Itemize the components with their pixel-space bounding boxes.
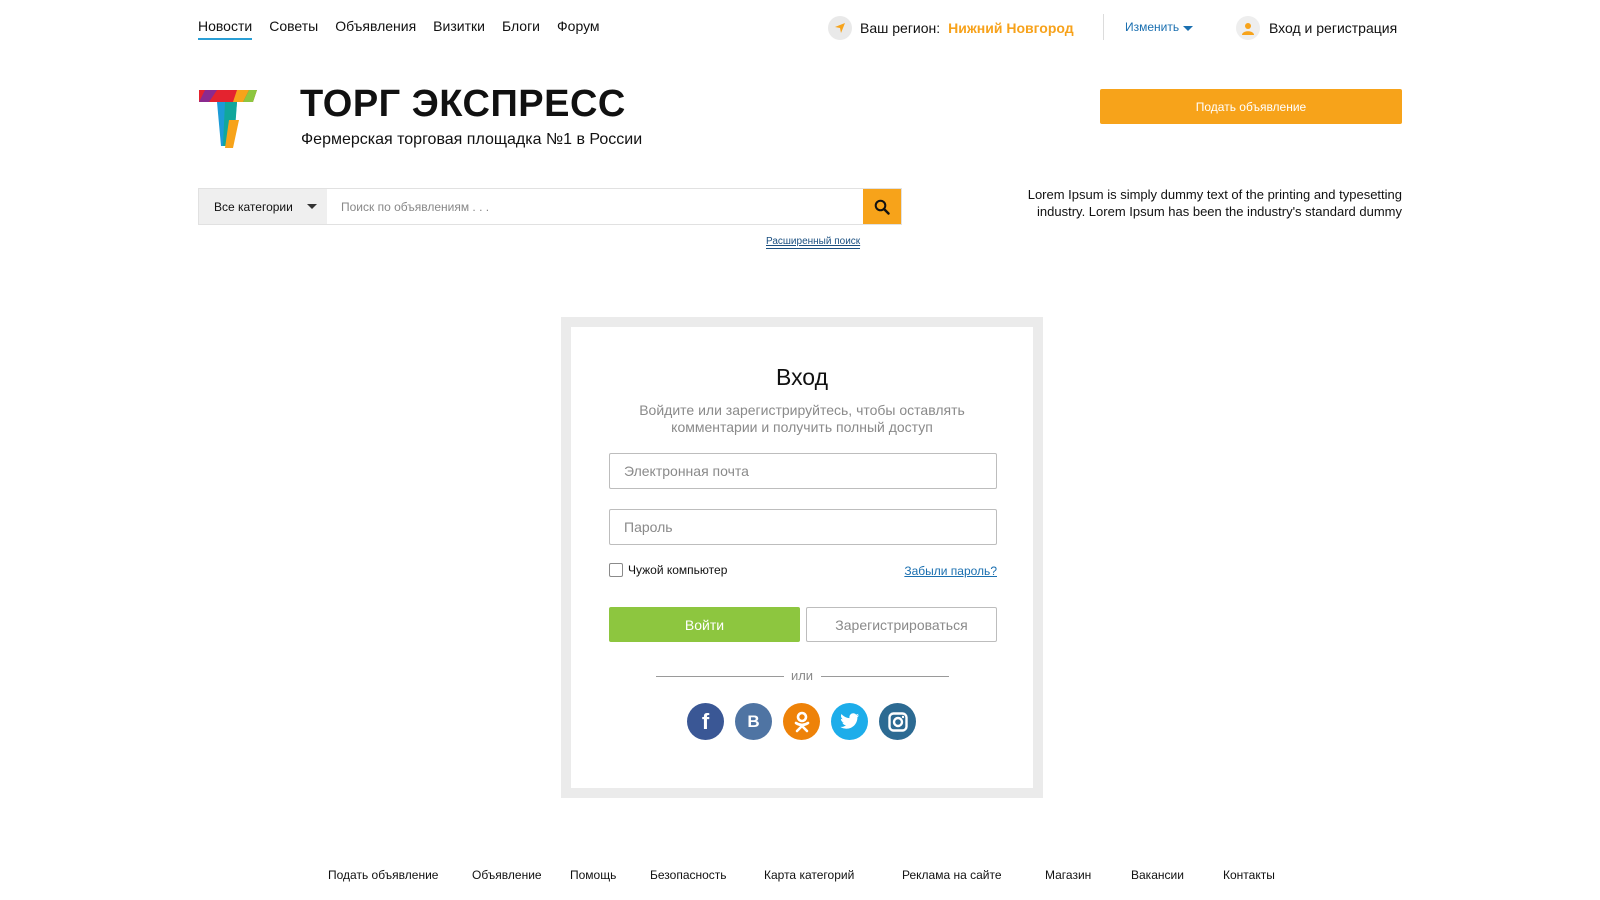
post-ad-button[interactable]: Подать объявление [1100, 89, 1402, 124]
footer-link[interactable]: Вакансии [1131, 868, 1184, 882]
login-card-frame: Вход Войдите или зарегистрируйтесь, чтоб… [561, 317, 1043, 798]
facebook-icon[interactable]: f [687, 703, 724, 740]
region-label: Ваш регион: [860, 20, 941, 36]
search-button[interactable] [863, 189, 901, 224]
search-input[interactable] [327, 189, 863, 224]
foreign-computer-label: Чужой компьютер [628, 563, 728, 577]
footer-link[interactable]: Помощь [570, 868, 616, 882]
forgot-password-link[interactable]: Забыли пароль? [904, 564, 997, 578]
odnoklassniki-icon[interactable] [783, 703, 820, 740]
checkbox[interactable] [609, 563, 623, 577]
footer-link[interactable]: Магазин [1045, 868, 1091, 882]
foreign-computer-checkbox[interactable]: Чужой компьютер [609, 563, 727, 577]
divider [1103, 14, 1104, 40]
brand-name: ТОРГ ЭКСПРЕСС [300, 83, 626, 125]
instagram-icon[interactable] [879, 703, 916, 740]
nav-news[interactable]: Новости [198, 18, 253, 40]
nav-forum[interactable]: Форум [557, 18, 600, 40]
region-city: Нижний Новгород [948, 20, 1074, 36]
login-register-label: Вход и регистрация [1269, 20, 1398, 36]
login-button[interactable]: Войти [609, 607, 800, 642]
footer-link[interactable]: Подать объявление [328, 868, 438, 882]
social-login: f B [687, 703, 916, 740]
login-title: Вход [775, 364, 829, 390]
location-arrow-icon [828, 16, 852, 40]
brand-tagline: Фермерская торговая площадка №1 в России [301, 131, 643, 148]
change-region-label: Изменить [1125, 20, 1180, 34]
vkontakte-icon[interactable]: B [735, 703, 772, 740]
logo[interactable] [199, 90, 257, 150]
category-label: Все категории [214, 199, 293, 214]
twitter-icon[interactable] [831, 703, 868, 740]
promo-text: Lorem Ipsum is simply dummy text of the … [960, 186, 1402, 220]
nav-cards[interactable]: Визитки [433, 18, 485, 40]
footer-link[interactable]: Безопасность [650, 868, 727, 882]
promo-text-line: industry. Lorem Ipsum has been the indus… [1037, 204, 1402, 219]
login-subtitle: Войдите или зарегистрируйтесь, чтобы ост… [621, 402, 983, 436]
search-bar: Все категории [198, 188, 902, 225]
login-register-link[interactable]: Вход и регистрация [1236, 16, 1397, 40]
nav-blogs[interactable]: Блоги [502, 18, 540, 40]
footer-link[interactable]: Контакты [1223, 868, 1275, 882]
chevron-down-icon [306, 204, 317, 209]
nav-tips[interactable]: Советы [269, 18, 318, 40]
search-icon [874, 199, 890, 215]
footer-link[interactable]: Объявление [472, 868, 542, 882]
footer-link[interactable]: Карта категорий [764, 868, 854, 882]
chevron-down-icon [1183, 25, 1194, 31]
region-selector: Ваш регион: Нижний Новгород [828, 16, 1074, 40]
or-separator: или [790, 668, 814, 683]
change-region-button[interactable]: Изменить [1125, 20, 1194, 34]
login-subtitle-line: комментарии и получить полный доступ [671, 419, 933, 435]
footer-link[interactable]: Реклама на сайте [902, 868, 1002, 882]
login-card: Вход Войдите или зарегистрируйтесь, чтоб… [571, 327, 1033, 788]
user-icon [1236, 16, 1260, 40]
category-select[interactable]: Все категории [199, 189, 327, 224]
register-button[interactable]: Зарегистрироваться [806, 607, 997, 642]
promo-text-line: Lorem Ipsum is simply dummy text of the … [1027, 187, 1402, 202]
login-subtitle-line: Войдите или зарегистрируйтесь, чтобы ост… [639, 402, 965, 418]
nav-ads[interactable]: Объявления [335, 18, 416, 40]
password-field[interactable] [609, 509, 997, 545]
email-field[interactable] [609, 453, 997, 489]
advanced-search-link[interactable]: Расширенный поиск [766, 236, 861, 249]
top-nav: Новости Советы Объявления Визитки Блоги … [198, 18, 600, 40]
